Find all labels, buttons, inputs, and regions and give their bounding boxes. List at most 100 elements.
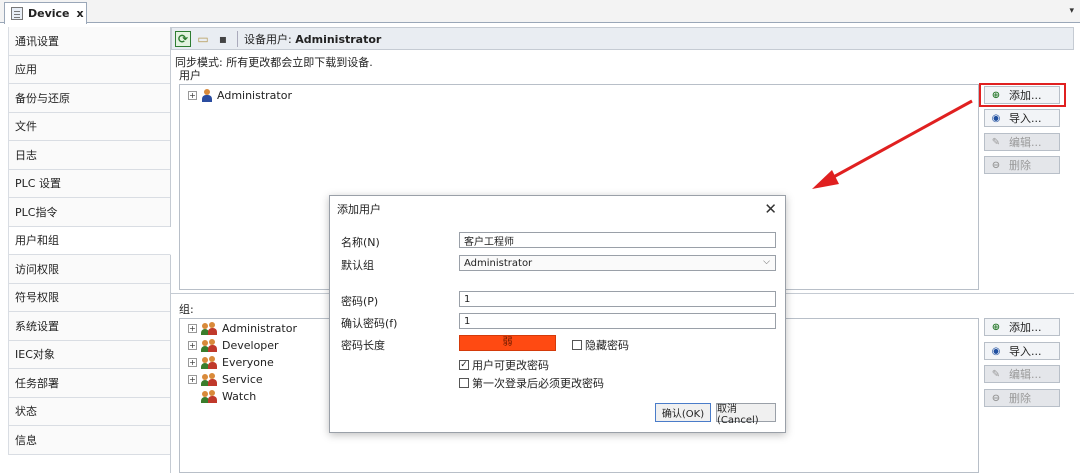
add-group-button[interactable]: ⊕ 添加... xyxy=(984,318,1060,336)
close-icon[interactable]: ✕ xyxy=(764,200,777,218)
cancel-button[interactable]: 取消(Cancel) xyxy=(716,403,776,426)
nav-item-access-rights[interactable]: 访问权限 xyxy=(8,255,170,284)
nav-item-label: 文件 xyxy=(15,120,37,134)
confirm-password-field[interactable]: 1 xyxy=(459,313,776,329)
checkbox-box[interactable] xyxy=(459,378,469,388)
nav-item-label: 备份与还原 xyxy=(15,91,70,105)
name-field[interactable]: 客户工程师 xyxy=(459,232,776,248)
add-user-button[interactable]: ⊕ 添加... xyxy=(984,86,1060,104)
hide-password-label: 隐藏密码 xyxy=(585,339,629,352)
default-group-value: Administrator xyxy=(464,257,533,269)
default-group-select[interactable]: Administrator ⌵ xyxy=(459,255,776,271)
group-icon xyxy=(201,322,218,335)
delete-group-button[interactable]: ⊖ 删除 xyxy=(984,389,1060,407)
add-icon: ⊕ xyxy=(991,321,1001,333)
nav-item-users-groups[interactable]: 用户和组 xyxy=(8,226,171,255)
nav-item-label: IEC对象 xyxy=(15,348,55,362)
name-value: 客户工程师 xyxy=(464,236,514,248)
tree-row-user-administrator[interactable]: + Administrator xyxy=(180,87,978,104)
expand-icon[interactable]: + xyxy=(188,341,197,350)
open-folder-icon[interactable]: ▭ xyxy=(195,31,211,47)
group-icon xyxy=(201,373,218,386)
nav-item-label: 符号权限 xyxy=(15,291,59,305)
nav-item-application[interactable]: 应用 xyxy=(8,55,170,84)
add-icon: ⊕ xyxy=(991,89,1001,101)
delete-user-button[interactable]: ⊖ 删除 xyxy=(984,156,1060,174)
device-settings-nav: 通讯设置 应用 备份与还原 文件 日志 PLC 设置 PLC指令 用户和组 访问… xyxy=(8,27,171,473)
nav-item-label: 系统设置 xyxy=(15,319,59,333)
group-icon xyxy=(201,339,218,352)
edit-icon: ✎ xyxy=(991,368,1001,380)
ok-button[interactable]: 确认(OK) xyxy=(655,403,711,422)
dialog-title: 添加用户 xyxy=(337,203,381,216)
device-user-value: Administrator xyxy=(295,32,382,46)
tab-device[interactable]: Device x xyxy=(4,2,87,24)
checkbox-checked[interactable]: ✓ xyxy=(459,360,469,370)
group-name: Service xyxy=(222,373,263,386)
add-user-label: 添加... xyxy=(1009,89,1042,102)
tab-list-dropdown-icon[interactable]: ▾ xyxy=(1069,6,1074,16)
edit-user-label: 编辑... xyxy=(1009,136,1042,149)
name-label: 名称(N) xyxy=(341,236,380,249)
change-password-first-login-checkbox[interactable]: 第一次登录后必须更改密码 xyxy=(459,375,604,391)
expand-icon[interactable]: + xyxy=(188,358,197,367)
nav-item-log[interactable]: 日志 xyxy=(8,141,170,170)
nav-item-label: 任务部署 xyxy=(15,376,59,390)
nav-item-label: 通讯设置 xyxy=(15,34,59,48)
document-tab-strip: Device x ▾ xyxy=(0,0,1080,24)
import-groups-label: 导入... xyxy=(1009,345,1042,358)
expand-icon[interactable]: + xyxy=(188,91,197,100)
edit-group-button[interactable]: ✎ 编辑... xyxy=(984,365,1060,383)
group-name: Watch xyxy=(222,390,257,403)
nav-item-label: 访问权限 xyxy=(15,262,59,276)
nav-item-status[interactable]: 状态 xyxy=(8,397,170,426)
checkbox-box[interactable] xyxy=(572,340,582,350)
group-name: Everyone xyxy=(222,356,274,369)
edit-icon: ✎ xyxy=(991,136,1001,148)
users-toolbar: ⟳ ▭ ▪ 设备用户: Administrator xyxy=(171,27,1074,50)
confirm-password-label: 确认密码(f) xyxy=(341,317,398,330)
change-first-login-label: 第一次登录后必须更改密码 xyxy=(472,377,604,390)
toolbar-divider xyxy=(237,30,238,47)
nav-item-plc-settings[interactable]: PLC 设置 xyxy=(8,169,170,198)
nav-item-label: PLC 设置 xyxy=(15,177,61,191)
nav-item-system-settings[interactable]: 系统设置 xyxy=(8,312,170,341)
default-group-label: 默认组 xyxy=(341,259,374,272)
nav-item-iec-objects[interactable]: IEC对象 xyxy=(8,340,170,369)
nav-item-label: 用户和组 xyxy=(15,234,59,248)
save-icon[interactable]: ▪ xyxy=(215,31,231,47)
device-user-caption: 设备用户: xyxy=(244,32,292,46)
password-strength-meter: 弱 xyxy=(459,335,556,351)
confirm-password-value: 1 xyxy=(464,315,471,327)
expand-icon[interactable]: + xyxy=(188,324,197,333)
import-groups-button[interactable]: ◉ 导入... xyxy=(984,342,1060,360)
remove-icon: ⊖ xyxy=(991,159,1001,171)
hide-password-checkbox[interactable]: 隐藏密码 xyxy=(572,337,629,353)
nav-item-task-deployment[interactable]: 任务部署 xyxy=(8,369,170,398)
nav-item-files[interactable]: 文件 xyxy=(8,112,170,141)
import-icon: ◉ xyxy=(991,345,1001,357)
delete-user-label: 删除 xyxy=(1009,159,1031,172)
refresh-icon[interactable]: ⟳ xyxy=(175,30,191,47)
add-group-label: 添加... xyxy=(1009,321,1042,334)
nav-item-plc-shell[interactable]: PLC指令 xyxy=(8,198,170,227)
nav-item-information[interactable]: 信息 xyxy=(8,426,170,455)
nav-item-backup-restore[interactable]: 备份与还原 xyxy=(8,84,170,113)
password-label: 密码(P) xyxy=(341,295,379,308)
import-users-button[interactable]: ◉ 导入... xyxy=(984,109,1060,127)
password-value: 1 xyxy=(464,293,471,305)
sync-mode-text: 同步模式: 所有更改都会立即下载到设备. xyxy=(175,56,373,69)
remove-icon: ⊖ xyxy=(991,392,1001,404)
import-users-label: 导入... xyxy=(1009,112,1042,125)
edit-user-button[interactable]: ✎ 编辑... xyxy=(984,133,1060,151)
nav-item-communication[interactable]: 通讯设置 xyxy=(8,27,170,56)
user-name: Administrator xyxy=(217,89,292,102)
expand-icon[interactable]: + xyxy=(188,375,197,384)
password-field[interactable]: 1 xyxy=(459,291,776,307)
group-name: Developer xyxy=(222,339,279,352)
user-can-change-password-checkbox[interactable]: ✓ 用户可更改密码 xyxy=(459,357,549,373)
group-name: Administrator xyxy=(222,322,297,335)
nav-item-symbol-rights[interactable]: 符号权限 xyxy=(8,283,170,312)
nav-item-label: 应用 xyxy=(15,63,37,77)
tab-close-icon[interactable]: x xyxy=(77,7,84,20)
